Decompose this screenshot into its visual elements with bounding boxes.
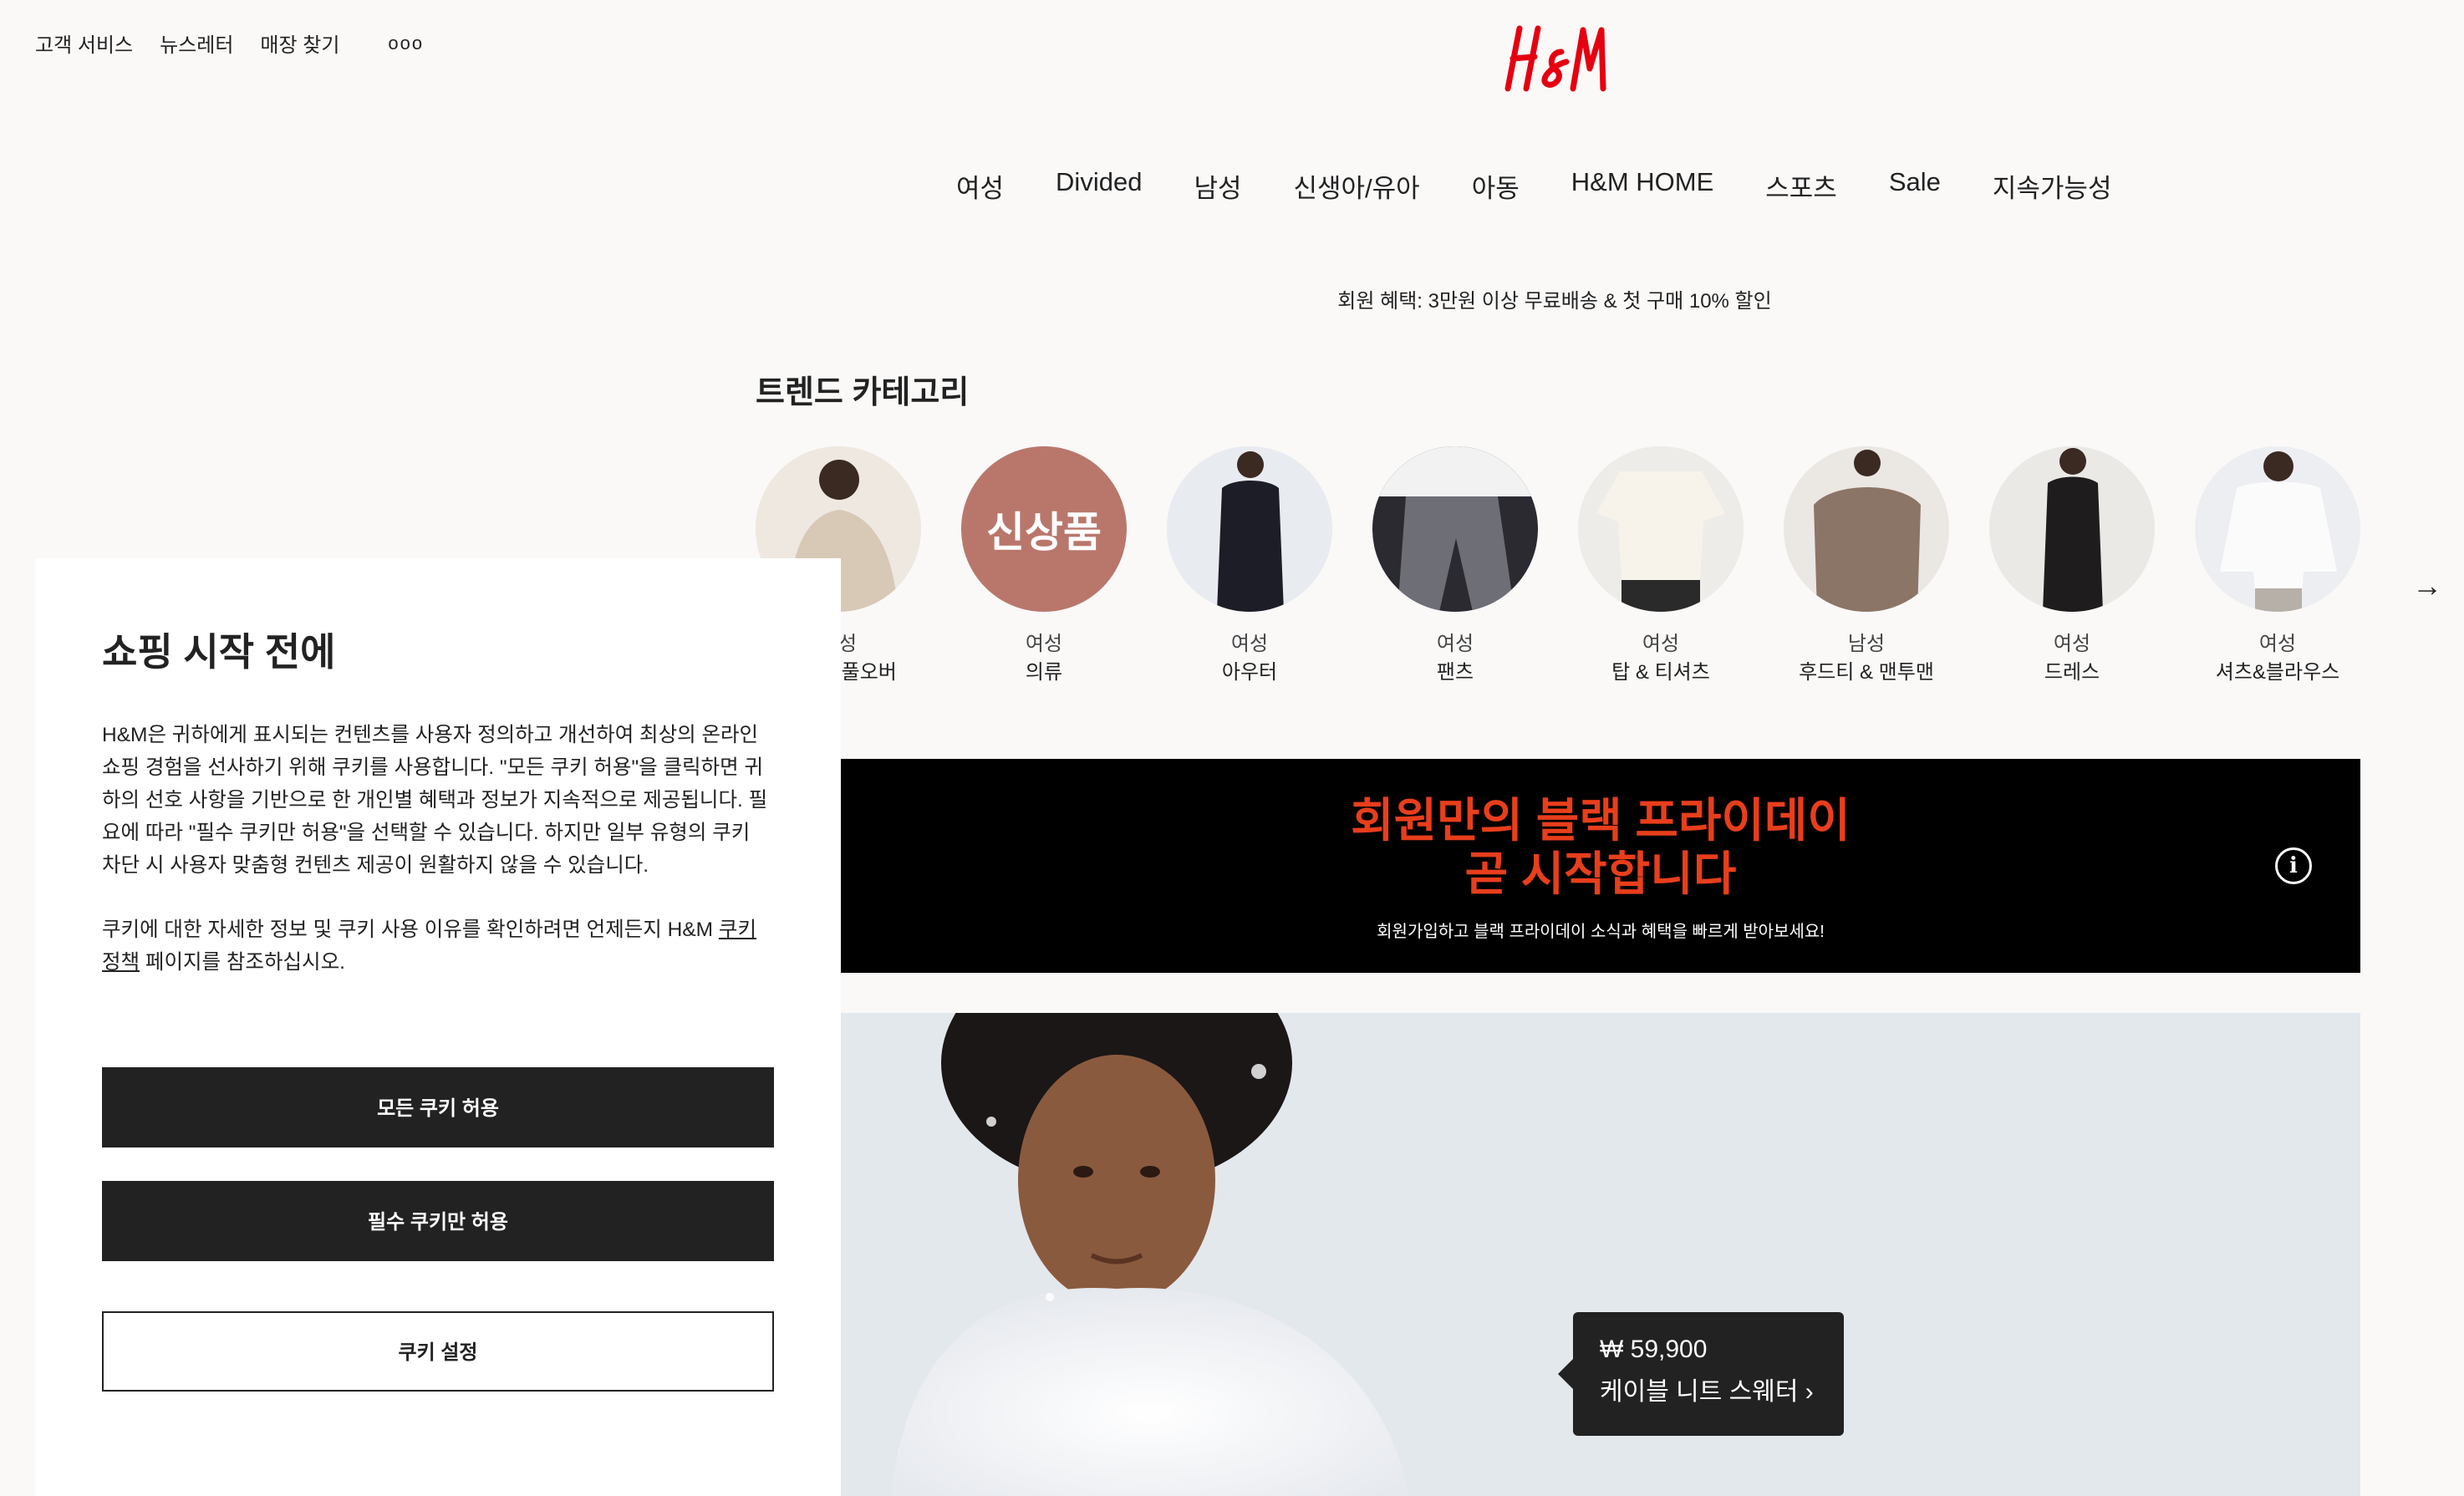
- blouse-photo: [2195, 446, 2360, 612]
- category-item[interactable]: 신상품 여성 의류: [961, 446, 1127, 687]
- coat-photo: [1167, 446, 1332, 612]
- nav-item-divided[interactable]: Divided: [1056, 167, 1142, 205]
- nav-item-kids[interactable]: 아동: [1472, 167, 1520, 205]
- category-item[interactable]: 여성 아우터: [1167, 446, 1332, 687]
- category-name: 의류: [1025, 661, 1063, 684]
- arrow-right-icon[interactable]: →: [2412, 568, 2442, 603]
- category-group: 여성: [1230, 633, 1269, 655]
- cookie-title: 쇼핑 시작 전에: [102, 630, 336, 674]
- hm-logo[interactable]: [1501, 18, 1610, 99]
- category-item[interactable]: 남성 후드티 & 맨투맨: [1784, 446, 1949, 687]
- promo-text[interactable]: 회원 혜택: 3만원 이상 무료배송 & 첫 구매 10% 할인: [1237, 284, 1872, 313]
- essential-cookies-only-button[interactable]: 필수 쿠키만 허용: [102, 1181, 774, 1261]
- category-group: 여성: [1025, 633, 1063, 655]
- category-group: 여성: [1642, 633, 1680, 655]
- product-tag[interactable]: ₩ 59,900 케이블 니트 스웨터 ›: [1558, 1312, 1844, 1436]
- dress-photo: [1989, 446, 2155, 612]
- newsletter-link[interactable]: 뉴스레터: [160, 28, 233, 58]
- cookie-consent-dialog: 쇼핑 시작 전에 H&M은 귀하에게 표시되는 컨텐츠를 사용자 정의하고 개선…: [35, 558, 841, 1496]
- category-group: 여성: [1436, 633, 1474, 655]
- category-item[interactable]: 여성 드레스: [1989, 446, 2155, 687]
- store-locator-link[interactable]: 매장 찾기: [260, 28, 339, 58]
- utility-bar: 고객 서비스 뉴스레터 매장 찾기 ooo: [35, 28, 424, 58]
- cookie-description: H&M은 귀하에게 표시되는 컨텐츠를 사용자 정의하고 개선하여 최상의 온라…: [102, 724, 768, 877]
- category-item[interactable]: 여성 셔츠&블라우스: [2195, 446, 2360, 687]
- cookie-policy-prefix: 쿠키에 대한 자세한 정보 및 쿠키 사용 이유를 확인하려면 언제든지 H&M: [102, 918, 719, 941]
- category-group: 남성: [1847, 633, 1886, 655]
- nav-item-men[interactable]: 남성: [1194, 167, 1241, 205]
- new-arrivals-badge: 신상품: [961, 446, 1127, 612]
- product-price: ₩ 59,900: [1600, 1336, 1708, 1363]
- category-name: 팬츠: [1436, 661, 1474, 684]
- trend-category-title: 트렌드 카테고리: [756, 375, 970, 410]
- banner-subtext: 회원가입하고 블랙 프라이데이 소식과 혜택을 빠르게 받아보세요!: [1377, 923, 1825, 941]
- category-group: 여성: [2258, 633, 2297, 655]
- accept-all-cookies-button[interactable]: 모든 쿠키 허용: [102, 1067, 774, 1147]
- more-menu-icon[interactable]: ooo: [388, 33, 424, 54]
- nav-item-home[interactable]: H&M HOME: [1571, 167, 1714, 205]
- banner-headline-1: 회원만의 블랙 프라이데이: [1351, 794, 1851, 847]
- product-title: 케이블 니트 스웨터 ›: [1600, 1378, 1814, 1406]
- banner-headline-2: 곧 시작합니다: [1464, 847, 1737, 900]
- category-name: 탑 & 티셔츠: [1611, 661, 1710, 684]
- category-carousel: 여성 니트 & 풀오버 신상품 여성 의류 여성 아우터 여성 팬츠 여성 탑 …: [756, 446, 2360, 687]
- info-icon[interactable]: i: [2275, 847, 2312, 884]
- category-item[interactable]: 여성 팬츠: [1372, 446, 1538, 687]
- nav-item-sustainability[interactable]: 지속가능성: [1993, 167, 2112, 205]
- category-item[interactable]: 여성 탑 & 티셔츠: [1578, 446, 1744, 687]
- pants-photo: [1372, 446, 1538, 612]
- cookie-policy-suffix: 페이지를 참조하십시오.: [140, 951, 345, 974]
- category-group: 여성: [2053, 633, 2091, 655]
- category-name: 셔츠&블라우스: [2215, 661, 2340, 684]
- customer-service-link[interactable]: 고객 서비스: [35, 28, 133, 58]
- nav-item-sport[interactable]: 스포츠: [1765, 167, 1837, 205]
- main-nav: 여성 Divided 남성 신생아/유아 아동 H&M HOME 스포츠 Sal…: [956, 167, 2111, 205]
- category-name: 아우터: [1221, 661, 1278, 684]
- black-friday-banner[interactable]: 회원만의 블랙 프라이데이 곧 시작합니다 회원가입하고 블랙 프라이데이 소식…: [841, 759, 2360, 973]
- category-name: 드레스: [2044, 661, 2100, 684]
- tshirt-photo: [1578, 446, 1744, 612]
- nav-item-sale[interactable]: Sale: [1889, 167, 1941, 205]
- cookie-settings-button[interactable]: 쿠키 설정: [102, 1311, 774, 1392]
- cookie-policy-text: 쿠키에 대한 자세한 정보 및 쿠키 사용 이유를 확인하려면 언제든지 H&M…: [102, 913, 774, 979]
- nav-item-baby[interactable]: 신생아/유아: [1293, 167, 1419, 205]
- nav-item-women[interactable]: 여성: [956, 167, 1004, 205]
- category-name: 후드티 & 맨투맨: [1799, 661, 1934, 684]
- hoodie-photo: [1784, 446, 1949, 612]
